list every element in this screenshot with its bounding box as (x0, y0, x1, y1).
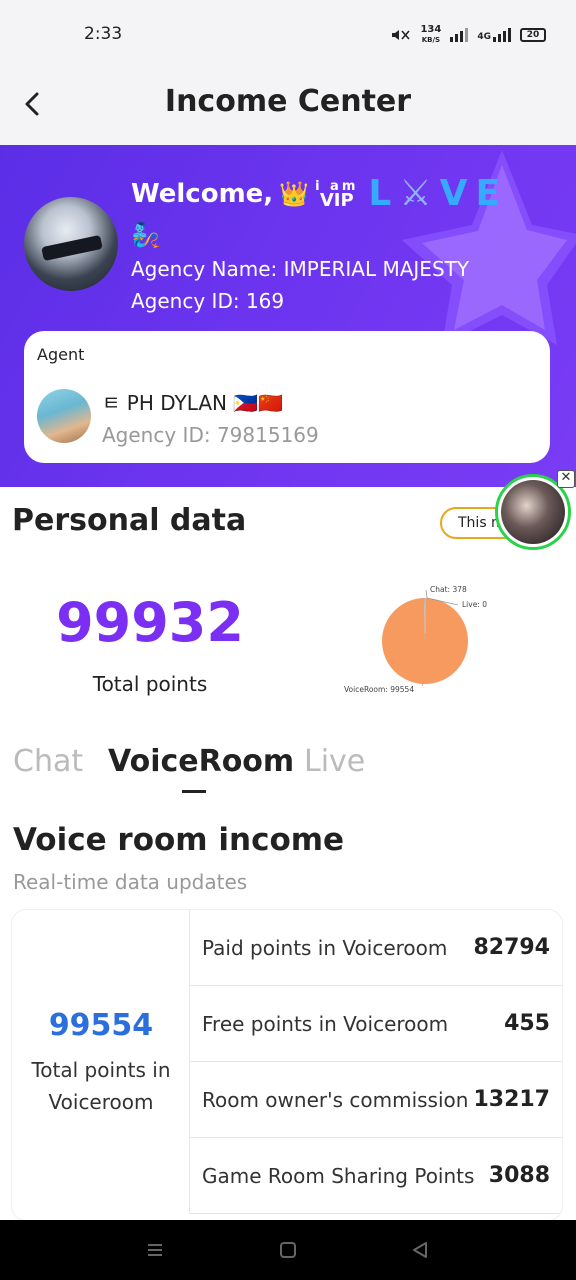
voice-income-section: Voice room income Real-time data updates… (0, 810, 576, 1220)
tab-chat[interactable]: Chat (13, 744, 83, 779)
app-header: Income Center (0, 72, 576, 144)
system-nav-bar (0, 1220, 576, 1280)
row-label: Room owner's commission (202, 1087, 469, 1112)
menu-icon (148, 1244, 162, 1256)
voice-total-value: 99554 (48, 1008, 154, 1043)
row-value: 3088 (488, 1163, 550, 1188)
total-points-value: 99932 (56, 591, 244, 654)
agent-label: Agent (37, 345, 85, 364)
total-points-label: Total points (92, 672, 208, 696)
battery-icon: 20 (520, 28, 546, 42)
table-row: Room owner's commission 13217 (190, 1062, 562, 1138)
vip-badge: i am VIP (315, 179, 358, 211)
voice-income-table: 99554 Total points in Voiceroom Paid poi… (12, 910, 562, 1220)
pie-label-voiceroom: VoiceRoom: 99554 (344, 685, 414, 694)
back-nav-button[interactable] (408, 1238, 432, 1262)
pie-label-live: Live: 0 (462, 600, 487, 609)
pie-leader-line (425, 589, 428, 599)
genie-emoji: 🧞 (131, 221, 161, 249)
back-triangle-icon (413, 1242, 427, 1258)
personal-data-section: Personal data This m 99932 Total points … (0, 487, 576, 720)
agency-avatar (24, 197, 118, 291)
page-title: Income Center (164, 84, 412, 119)
agent-card[interactable]: Agent ㅌ PH DYLAN 🇵🇭🇨🇳 Agency ID: 7981516… (24, 331, 550, 463)
personal-data-title: Personal data (12, 503, 247, 538)
signal-icon (450, 28, 469, 42)
agency-id: Agency ID: 169 (131, 289, 285, 313)
vip-badge-bottom: VIP (319, 189, 354, 211)
network-speed: 134 KB/S (420, 25, 441, 45)
row-value: 455 (504, 1011, 550, 1036)
agency-name: Agency Name: IMPERIAL MAJESTY (131, 257, 470, 281)
network-speed-value: 134 (420, 24, 442, 35)
love-decoration: L⚔VE (368, 173, 509, 214)
income-center-screen: 2:33 134 KB/S 4G 20 Income Center Welcom… (0, 0, 576, 1280)
row-label: Free points in Voiceroom (202, 1011, 449, 1036)
income-tabs: Chat VoiceRoom Live (0, 720, 576, 810)
mute-icon (392, 30, 411, 40)
pie-leader-line (421, 683, 424, 687)
agent-avatar (37, 389, 91, 443)
crown-icon: 👑 (279, 179, 310, 208)
table-row: Free points in Voiceroom 455 (190, 986, 562, 1062)
table-row: Game Room Sharing Points 3088 (190, 1138, 562, 1214)
tab-voiceroom[interactable]: VoiceRoom (108, 744, 294, 779)
voice-total-label: Total points in Voiceroom (31, 1058, 171, 1114)
agent-agency-id: Agency ID: 79815169 (102, 423, 319, 447)
welcome-text: Welcome, (131, 178, 274, 209)
agency-banner: Welcome, 👑 i am VIP L⚔VE 🧞 Agency Name: … (0, 145, 576, 487)
tab-live[interactable]: Live (304, 744, 365, 779)
status-time: 2:33 (84, 24, 123, 44)
row-value: 82794 (473, 935, 550, 960)
active-tab-indicator (182, 790, 206, 793)
voice-income-subtitle: Real-time data updates (13, 870, 248, 894)
home-square-icon (280, 1242, 296, 1258)
network-speed-unit: KB/S (421, 36, 441, 44)
voice-income-title: Voice room income (13, 822, 345, 858)
row-label: Game Room Sharing Points (202, 1163, 475, 1188)
pie-label-chat: Chat: 378 (430, 585, 467, 594)
status-bar: 2:33 134 KB/S 4G 20 (0, 0, 576, 72)
status-icons: 134 KB/S 4G 20 (389, 25, 546, 45)
welcome-line: Welcome, 👑 i am VIP L⚔VE (131, 173, 508, 214)
row-value: 13217 (473, 1087, 550, 1112)
network-type: 4G (477, 32, 491, 42)
table-row: Paid points in Voiceroom 82794 (190, 910, 562, 986)
signal-4g-icon: 4G (477, 28, 511, 42)
recents-button[interactable] (143, 1238, 167, 1262)
row-label: Paid points in Voiceroom (202, 935, 448, 960)
voice-total-cell: 99554 Total points in Voiceroom (12, 910, 190, 1214)
floating-close-button[interactable]: ✕ (557, 470, 575, 488)
points-pie-chart: VoiceRoom: 99554 Chat: 378 Live: 0 (344, 585, 487, 694)
home-button[interactable] (276, 1238, 300, 1262)
agent-name: ㅌ PH DYLAN 🇵🇭🇨🇳 (102, 391, 284, 415)
